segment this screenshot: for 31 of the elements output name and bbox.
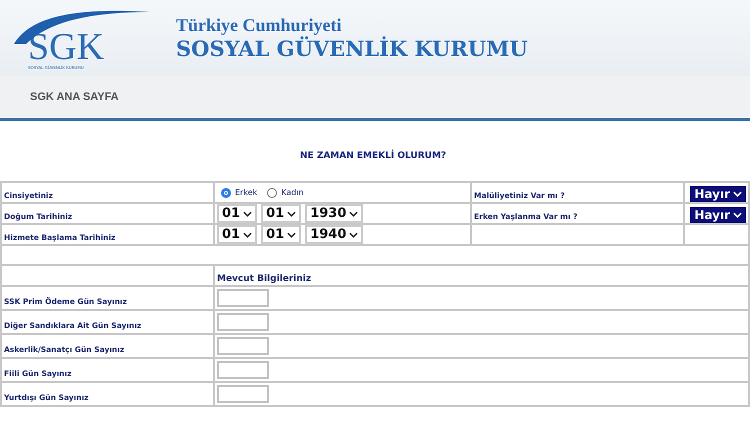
header-title: SOSYAL GÜVENLİK KURUMU: [176, 36, 528, 61]
caret-icon: [243, 232, 252, 238]
logo-text: SGK: [27, 29, 104, 65]
section-title: Mevcut Bilgileriniz: [217, 274, 312, 284]
header-subtitle: Türkiye Cumhuriyeti: [176, 15, 343, 36]
dropdown[interactable]: 1930: [305, 204, 364, 223]
caret-icon: [349, 210, 358, 216]
radio-button[interactable]: [221, 188, 231, 198]
input-field[interactable]: [217, 385, 269, 403]
dropdown[interactable]: Hayır: [690, 186, 746, 202]
dropdown[interactable]: 01: [217, 204, 258, 223]
dropdown[interactable]: 1940: [305, 225, 364, 244]
caret-icon: [287, 232, 296, 238]
dropdown[interactable]: 01: [261, 225, 302, 244]
input-field[interactable]: [217, 289, 269, 307]
radio-button[interactable]: [267, 188, 278, 198]
dropdown[interactable]: Hayır: [690, 207, 746, 223]
caret-icon: [733, 212, 742, 218]
caret-icon: [349, 232, 358, 238]
caret-icon: [287, 210, 296, 216]
dropdown[interactable]: 01: [217, 225, 258, 244]
input-field[interactable]: [217, 361, 269, 379]
radio-label: Kadın: [281, 188, 304, 197]
caret-icon: [733, 191, 742, 197]
radio-label: Erkek: [235, 188, 258, 197]
input-field[interactable]: [217, 313, 269, 331]
form-title: NE ZAMAN EMEKLİ OLURUM?: [300, 151, 448, 161]
dropdown[interactable]: 01: [261, 204, 302, 223]
nav-link[interactable]: SGK ANA SAYFA: [30, 91, 119, 103]
caret-icon: [243, 210, 252, 216]
input-field[interactable]: [217, 337, 269, 355]
